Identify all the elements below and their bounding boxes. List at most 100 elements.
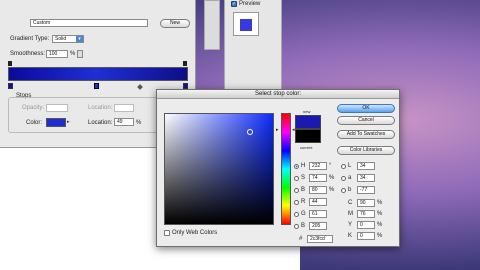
hue-slider-left-arrow-icon[interactable]: ▸ [276,127,280,133]
saturation-value: 74 [312,175,318,181]
current-color-swatch[interactable] [295,129,321,143]
smoothness-stepper[interactable] [77,50,83,58]
hue-unit: ° [329,163,332,169]
gradient-preview-bar[interactable] [8,67,188,81]
yellow-field[interactable]: 0 [357,221,375,229]
hex-label: # [299,236,303,242]
stop-color-arrow-icon[interactable]: ▸ [67,119,72,126]
green-radio[interactable] [294,212,299,217]
lab-l-radio[interactable] [341,164,346,169]
brightness-field[interactable]: 80 [309,186,327,194]
saturation-key: S [301,175,306,181]
saturation-radio[interactable] [294,176,299,181]
lab-b-field[interactable]: -77 [357,186,375,194]
color-location-value: 49 [117,119,123,125]
lab-l-field[interactable]: 34 [357,162,375,170]
color-stop-left[interactable] [8,83,13,89]
new-color-swatch [295,115,321,129]
opacity-location-label: Location: [88,105,113,111]
ok-button[interactable]: OK [337,104,395,113]
preview-label: Preview [239,1,261,7]
lab-b-radio[interactable] [341,188,346,193]
hue-key: H [301,163,306,169]
yellow-value: 0 [360,222,363,228]
opacity-field[interactable] [46,104,68,112]
saturation-field[interactable]: 74 [309,174,327,182]
blue-radio[interactable] [294,224,299,229]
gradient-name-field[interactable]: Custom [30,19,148,27]
opacity-stop-right[interactable] [183,61,187,66]
brightness-unit: % [329,187,335,193]
only-web-colors-checkbox[interactable] [164,230,170,236]
smoothness-value: 100 [49,51,58,57]
new-gradient-button[interactable]: New [160,19,190,28]
magenta-field[interactable]: 76 [357,210,375,218]
cyan-unit: % [377,200,383,206]
cyan-value: 90 [360,200,366,206]
saturation-unit: % [329,175,335,181]
red-field[interactable]: 44 [309,198,327,206]
brightness-radio[interactable] [294,188,299,193]
hue-field[interactable]: 232 [309,162,327,170]
style-preview-box [233,12,259,36]
hue-radio[interactable] [294,164,299,169]
black-key: K [348,233,353,239]
cyan-field[interactable]: 90 [357,199,375,207]
smoothness-field[interactable]: 100 [46,50,68,58]
lab-a-field[interactable]: 34 [357,174,375,182]
new-color-label: new [303,109,311,114]
stop-color-swatch[interactable] [46,118,66,127]
brightness-value: 80 [312,187,318,193]
smoothness-label: Smoothness: [10,51,46,57]
brightness-key: B [301,187,306,193]
color-label: Color: [26,120,43,126]
color-picker-dialog: Select stop color: ▸ ◂ new current OK Ca… [156,89,400,247]
cancel-button[interactable]: Cancel [337,116,395,125]
lab-l-key: L [348,163,352,169]
yellow-key: Y [348,222,353,228]
opacity-stop-left[interactable] [8,61,12,66]
color-stop-selected[interactable] [94,83,99,89]
color-location-field[interactable]: 49 [114,118,134,126]
green-field[interactable]: 61 [309,210,327,218]
red-radio[interactable] [294,200,299,205]
lab-l-value: 34 [360,163,366,169]
black-unit: % [377,233,383,239]
color-location-unit: % [136,120,142,126]
black-field[interactable]: 0 [357,232,375,240]
lab-b-value: -77 [360,187,368,193]
hue-value: 232 [312,163,321,169]
current-color-label: current [300,145,313,150]
color-libraries-button[interactable]: Color Libraries [337,146,395,155]
color-field-cursor[interactable] [247,129,253,135]
chevron-down-icon: ▾ [76,36,83,42]
color-field[interactable] [164,113,274,225]
preview-checkbox[interactable]: ✓ [231,1,237,7]
lab-a-key: a [348,175,352,181]
lab-a-radio[interactable] [341,176,346,181]
hex-field[interactable]: 2c3fcd [307,235,333,243]
hue-slider[interactable] [281,113,291,225]
style-preview-swatch [240,19,252,31]
layer-style-side-panel: ✓ Preview [224,0,282,100]
gradient-type-label: Gradient Type: [10,36,50,42]
opacity-label: Opacity: [22,105,45,111]
color-picker-titlebar[interactable]: Select stop color: [157,90,399,99]
yellow-unit: % [377,222,383,228]
green-value: 61 [312,211,318,217]
gradient-type-select[interactable]: Solid ▾ [52,35,84,43]
lab-a-value: 34 [360,175,366,181]
red-value: 44 [312,199,318,205]
add-to-swatches-button[interactable]: Add To Swatches [337,130,395,139]
cyan-key: C [348,200,353,206]
magenta-key: M [348,211,353,217]
color-midpoint-diamond[interactable] [137,84,143,90]
opacity-location-field[interactable] [114,104,134,112]
blue-field[interactable]: 205 [309,222,327,230]
green-key: G [301,211,306,217]
gradient-type-value: Solid [55,36,67,42]
blue-value: 205 [312,223,321,229]
color-location-label: Location: [88,120,113,126]
hex-value: 2c3fcd [310,236,325,242]
red-key: R [301,199,306,205]
